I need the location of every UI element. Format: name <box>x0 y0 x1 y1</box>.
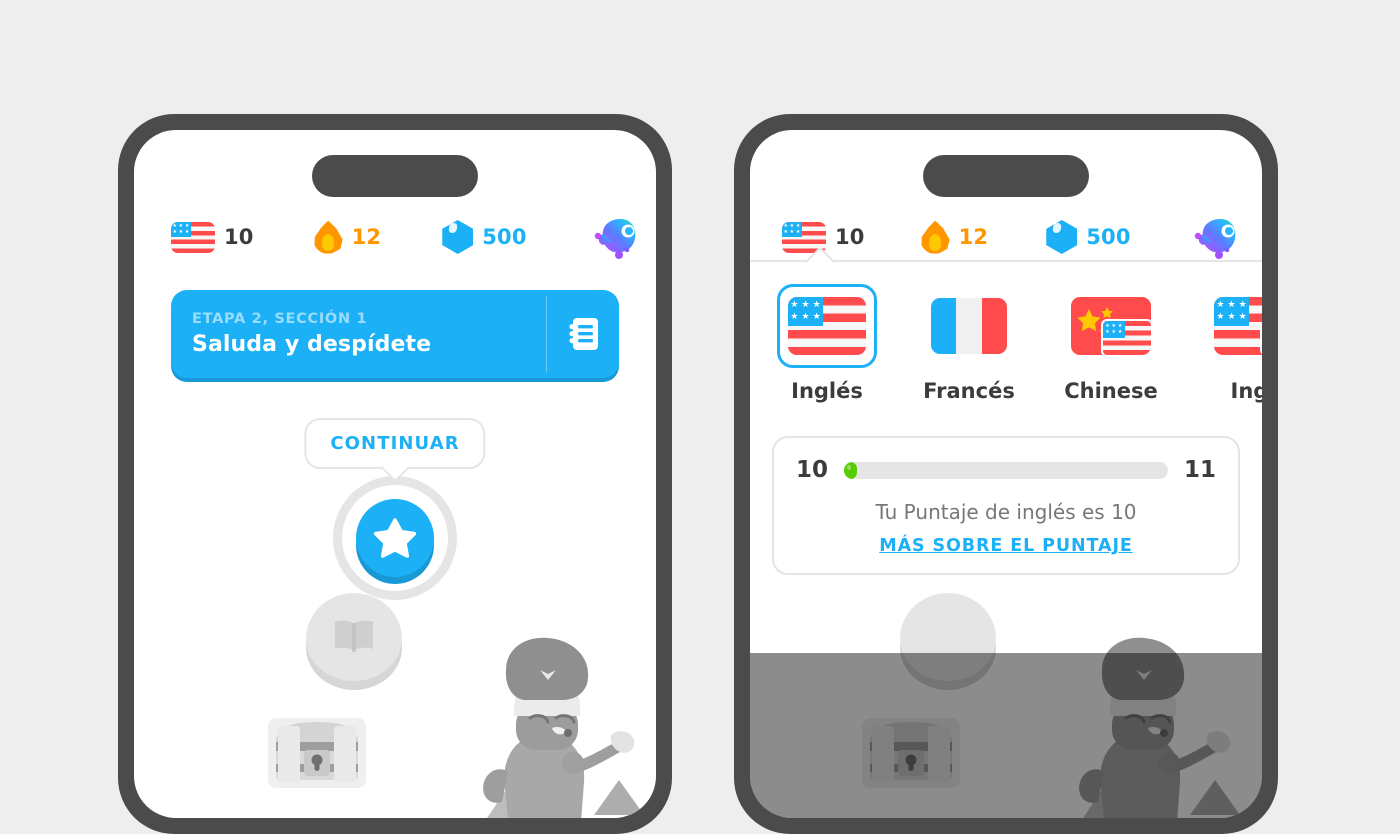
star-icon <box>374 518 416 558</box>
duolingo-bird-icon <box>589 214 639 260</box>
mascot-stat-left[interactable] <box>589 214 639 260</box>
crown-count: 10 <box>224 225 254 249</box>
score-more-info-link[interactable]: MÁS SOBRE EL PUNTAJE <box>796 536 1216 556</box>
streak-count: 12 <box>958 225 989 249</box>
fr-flag-icon <box>931 298 1007 354</box>
language-label: Chinese <box>1064 379 1158 403</box>
score-current-level: 10 <box>796 457 829 483</box>
score-next-level: 11 <box>1183 457 1216 483</box>
crown-stat-left[interactable]: ★ ★ ★ ★ ★ ★ 10 <box>171 221 254 253</box>
lesson-node-book[interactable] <box>306 593 402 681</box>
us-flag-icon: ★ ★ ★ ★ ★ ★ <box>788 297 866 355</box>
language-item-ingles-green[interactable]: ★★★ ★★★ Ingl <box>1198 284 1262 403</box>
language-label: Francés <box>923 379 1015 403</box>
language-flag-wrap: ★ ★ ★ ★ ★ ★ <box>1203 284 1262 368</box>
phone-screen-left: ★ ★ ★ ★ ★ ★ 10 12 500 ETAPA 2, SECCIÓN 1… <box>134 130 656 818</box>
score-description: Tu Puntaje de inglés es 10 <box>875 500 1137 524</box>
score-card: 10 11 Tu Puntaje de inglés es 10 MÁS SOB… <box>772 436 1240 575</box>
dynamic-island <box>312 155 478 197</box>
lesson-node-active[interactable] <box>333 476 457 600</box>
score-progress-row: 10 11 <box>796 457 1216 483</box>
lesson-node-ring <box>333 476 457 600</box>
us-flag-icon: ★ ★ ★ ★ ★ ★ <box>171 221 215 253</box>
book-node-disc <box>306 593 402 681</box>
continue-bubble[interactable]: CONTINUAR <box>304 418 486 469</box>
section-banner-text: ETAPA 2, SECCIÓN 1 Saluda y despídete <box>171 290 546 378</box>
language-item-frances[interactable]: Francés <box>914 284 1024 403</box>
us-flag-badge-icon: ★ ★ ★ ★ ★ ★ <box>1101 319 1151 355</box>
score-progress-track <box>844 461 1168 479</box>
language-flag-wrap: ★ ★ ★ ★ ★ ★ <box>1061 284 1161 368</box>
streak-stat-right[interactable]: 12 <box>921 220 989 254</box>
treasure-chest-icon <box>268 718 366 788</box>
section-banner[interactable]: ETAPA 2, SECCIÓN 1 Saluda y despídete <box>171 290 619 378</box>
mascot-stat-right[interactable] <box>1189 214 1239 260</box>
duolingo-bird-icon <box>1189 214 1239 260</box>
treasure-chest[interactable] <box>264 702 370 798</box>
guidebook-button[interactable] <box>547 290 619 378</box>
score-progress-fill <box>844 461 857 479</box>
language-picker-panel: ★ ★ ★ ★ ★ ★ Inglés Francés ★ ★ ★ ★ ★ ★ C… <box>750 246 1262 425</box>
status-bar-left: ★ ★ ★ ★ ★ ★ 10 12 500 <box>134 214 656 260</box>
continue-label: CONTINUAR <box>330 433 460 454</box>
language-flag-wrap <box>919 284 1019 368</box>
path-character <box>444 630 654 818</box>
phone-screen-right: ★ ★ ★ ★ ★ ★ 10 12 500 ★ ★ ★ ★ ★ ★ Inglés… <box>750 130 1262 818</box>
section-subtitle: ETAPA 2, SECCIÓN 1 <box>192 311 368 327</box>
section-title: Saluda y despídete <box>192 332 432 357</box>
gem-count: 500 <box>1086 225 1131 249</box>
gem-icon <box>442 220 474 254</box>
fire-streak-icon <box>921 220 950 254</box>
phone-mockup-left: ★ ★ ★ ★ ★ ★ 10 12 500 ETAPA 2, SECCIÓN 1… <box>118 114 672 834</box>
dynamic-island <box>923 155 1089 197</box>
language-flag-wrap: ★ ★ ★ ★ ★ ★ <box>777 284 877 368</box>
guidebook-icon <box>569 318 598 350</box>
language-label: Ingl <box>1230 379 1263 403</box>
language-label: Inglés <box>791 379 863 403</box>
cn-us-flag-icon: ★ ★ ★ ★ ★ ★ <box>1071 297 1151 355</box>
language-list: ★ ★ ★ ★ ★ ★ Inglés Francés ★ ★ ★ ★ ★ ★ C… <box>750 284 1262 403</box>
phone-mockup-right: ★ ★ ★ ★ ★ ★ 10 12 500 ★ ★ ★ ★ ★ ★ Inglés… <box>734 114 1278 834</box>
language-item-chinese[interactable]: ★ ★ ★ ★ ★ ★ Chinese <box>1056 284 1166 403</box>
crown-stat-right[interactable]: ★ ★ ★ ★ ★ ★ 10 <box>782 221 865 253</box>
gem-count: 500 <box>482 225 527 249</box>
crown-count: 10 <box>835 225 865 249</box>
streak-stat-left[interactable]: 12 <box>314 220 382 254</box>
streak-count: 12 <box>351 225 382 249</box>
character-avatar <box>483 637 644 818</box>
gem-stat-right[interactable]: 500 <box>1046 220 1130 254</box>
lesson-node-button[interactable] <box>356 499 434 577</box>
language-item-ingles[interactable]: ★ ★ ★ ★ ★ ★ Inglés <box>772 284 882 403</box>
us-flag-green-icon: ★ ★ ★ ★ ★ ★ <box>1214 297 1262 355</box>
gem-stat-left[interactable]: 500 <box>442 220 526 254</box>
fire-streak-icon <box>314 220 343 254</box>
book-icon <box>335 620 373 652</box>
dim-overlay[interactable] <box>750 653 1262 818</box>
gem-icon <box>1046 220 1078 254</box>
green-badge-icon <box>1260 319 1262 357</box>
